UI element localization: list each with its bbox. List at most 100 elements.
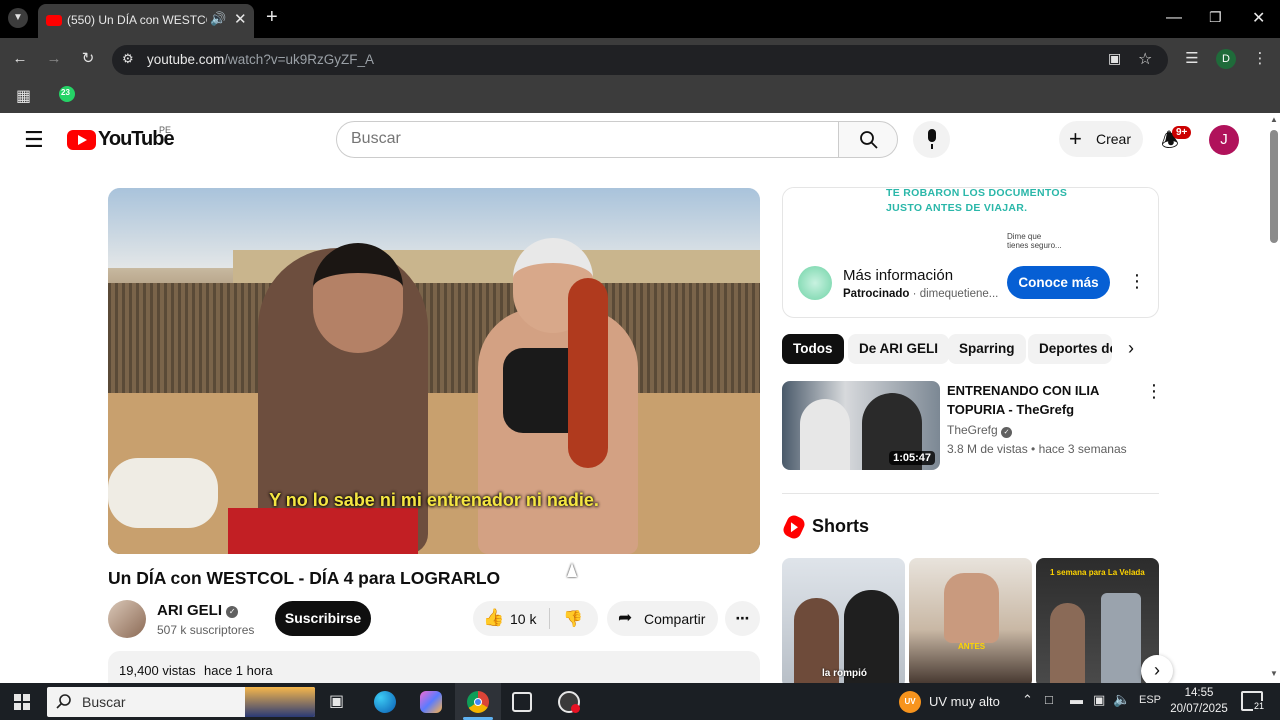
ad-banner-line2: JUSTO ANTES DE VIAJAR. [886,202,1028,214]
notifications-button[interactable]: 🕭 9+ [1157,125,1192,155]
taskbar-search-box[interactable]: Buscar [47,687,315,717]
maximize-icon[interactable]: ❐ [1209,9,1222,26]
thumbs-down-icon: 👎 [563,611,583,628]
volume-icon[interactable]: 🔈 [1113,691,1130,708]
recommended-thumbnail: 1:05:47 [782,381,940,470]
short-item-3[interactable]: 1 semana para La Velada [1036,558,1159,683]
short-3-overlay: 1 semana para La Velada [1050,568,1145,577]
back-icon[interactable]: ← [10,49,30,69]
recommended-meta: 3.8 M de vistas • hace 3 semanas [947,442,1127,456]
tray-battery-icon[interactable]: ▬ [1070,692,1083,707]
chip-deportes[interactable]: Deportes de [1028,334,1112,364]
forward-icon[interactable]: → [44,49,64,69]
microphone-icon [928,129,936,149]
search-box[interactable] [336,121,839,158]
menu-dots-icon[interactable]: ⋮ [1250,49,1270,69]
voice-search-button[interactable] [913,121,950,158]
video-caption: Y no lo sabe ni mi entrenador ni nadie. [269,490,599,510]
subscriber-count: 507 k suscriptores [157,623,255,637]
apps-grid-icon[interactable]: ▦ [16,86,31,106]
tray-app-icon[interactable]: □ [1045,692,1053,707]
active-tab[interactable]: (550) Un DÍA con WESTCOL 🔊 ✕ [38,4,254,38]
page-scrollbar[interactable]: ▲ ▼ [1268,113,1280,683]
weather-widget[interactable]: UV UV muy alto [896,687,1006,717]
url-domain: youtube.com [147,52,225,67]
short-item-2[interactable]: ANTES [909,558,1032,683]
install-app-icon[interactable]: ▣ [1108,50,1121,67]
clock-time: 14:55 [1184,687,1214,699]
chips-next-icon[interactable]: › [1128,338,1134,359]
video-player[interactable]: Y no lo sabe ni mi entrenador ni nadie. [108,188,760,554]
dislike-button[interactable]: 👎 [551,601,598,636]
ad-cta-button[interactable]: Conoce más [1007,266,1110,299]
verified-icon: ✓ [1001,427,1013,438]
notification-center-icon[interactable]: 21 [1241,691,1266,711]
whatsapp-bookmark-icon[interactable]: 23 [59,86,75,102]
section-divider [782,493,1159,494]
youtube-play-icon [67,130,96,150]
obs-taskbar-icon[interactable] [558,691,580,713]
close-tab-icon[interactable]: ✕ [234,10,247,28]
more-actions-button[interactable]: ⋯ [725,601,760,636]
scroll-thumb[interactable] [1270,130,1278,243]
network-icon[interactable]: ▣ [1093,692,1105,708]
tab-search-icon[interactable]: ▼ [8,8,28,28]
short-item-1[interactable]: la rompió [782,558,905,683]
search-input[interactable] [351,130,821,148]
chip-sparring[interactable]: Sparring [948,334,1026,364]
clock[interactable]: 14:55 20/07/2025 [1168,685,1230,717]
like-button[interactable]: 👍 10 k [473,601,549,636]
recommended-video[interactable]: 1:05:47 ENTRENANDO CON ILIA TOPURIA - Th… [782,381,1163,471]
reload-icon[interactable]: ↻ [78,49,98,69]
new-tab-button[interactable]: + [266,6,278,29]
view-count: 19,400 vistas [119,663,196,678]
chip-ari-geli[interactable]: De ARI GELI [848,334,950,364]
chip-todos[interactable]: Todos [782,334,844,364]
chrome-taskbar-icon[interactable] [455,683,501,720]
weather-text: UV muy alto [929,694,1000,709]
minimize-icon[interactable]: — [1166,9,1182,27]
ad-more-icon[interactable]: ⋮ [1128,271,1146,292]
search-highlight-image [245,687,315,717]
subscribe-button[interactable]: Suscribirse [275,601,371,636]
site-info-icon[interactable]: ⚙ [122,51,134,67]
speaker-icon[interactable]: 🔊 [210,11,226,27]
share-button[interactable]: ➦ Compartir [607,601,718,636]
bookmark-star-icon[interactable]: ☆ [1138,49,1152,69]
scroll-up-icon[interactable]: ▲ [1270,115,1278,124]
profile-avatar[interactable]: D [1216,49,1236,69]
close-window-icon[interactable]: ✕ [1252,8,1265,28]
scroll-down-icon[interactable]: ▼ [1270,669,1278,678]
clock-date: 20/07/2025 [1170,703,1228,715]
logo-region: PE [159,125,172,135]
recommended-title-2: TOPURIA - TheGrefg [947,402,1075,417]
hamburger-menu-icon[interactable]: ☰ [24,127,44,153]
shorts-next-button[interactable]: › [1141,655,1173,683]
capture-taskbar-icon[interactable] [512,692,532,712]
verified-icon: ✓ [226,606,239,618]
task-view-icon[interactable]: ▣ [329,691,344,711]
recommended-more-icon[interactable]: ⋮ [1145,381,1163,402]
taskbar-search-text: Buscar [82,694,126,710]
notifications-badge: 9+ [1172,126,1192,139]
account-avatar[interactable]: J [1209,125,1239,155]
copilot-taskbar-icon[interactable] [420,691,442,713]
language-indicator[interactable]: ESP [1139,694,1161,706]
notification-count: 21 [1253,701,1266,711]
channel-name[interactable]: ARI GELI ✓ [157,602,239,619]
bookmarks-bar: ▦ 23 [0,80,1280,113]
tray-chevron-icon[interactable]: ⌃ [1022,692,1033,708]
recommended-channel: TheGrefg ✓ [947,423,1013,438]
search-icon [56,694,71,709]
channel-avatar[interactable] [108,600,146,638]
cast-icon[interactable]: ☰ [1182,49,1202,69]
search-button[interactable] [838,121,898,158]
address-bar[interactable]: ⚙ youtube.com/watch?v=uk9RzGyZF_A ▣ ☆ [112,45,1168,75]
windows-start-icon[interactable] [14,694,30,710]
ad-title: Más información [843,267,954,284]
ad-card[interactable]: TE ROBARON LOS DOCUMENTOS JUSTO ANTES DE… [782,187,1159,318]
edge-taskbar-icon[interactable] [374,691,396,713]
create-button[interactable]: + Crear [1059,121,1143,157]
description-box[interactable]: 19,400 vistas hace 1 hora [108,651,760,683]
plus-icon: + [1069,126,1082,151]
